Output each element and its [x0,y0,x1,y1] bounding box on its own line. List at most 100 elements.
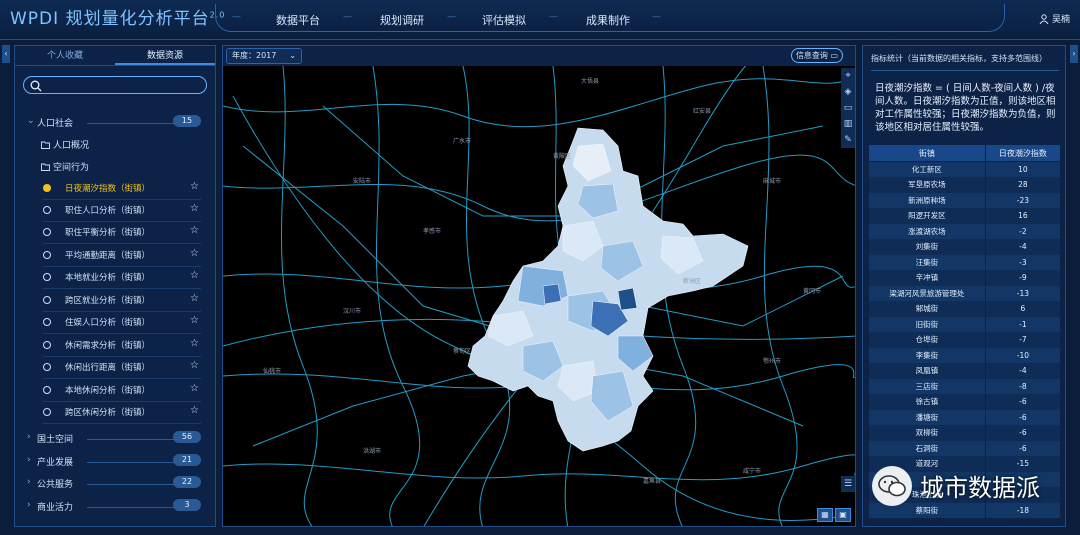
star-icon[interactable]: ☆ [190,383,199,394]
table-row[interactable]: 新洲原种场 -23 [868,192,1062,208]
list-item[interactable]: 日夜潮汐指数（街镇） ☆ [43,178,201,200]
index-cell: 28 [984,177,1062,193]
radio-button[interactable] [43,251,51,259]
collapse-right-button[interactable]: › [1070,45,1078,63]
radio-button[interactable] [43,318,51,326]
nav-data-platform[interactable]: 数据平台 [276,12,320,28]
table-row[interactable]: 仓埠街 -7 [868,332,1062,348]
map-view[interactable]: 年度：2017 ⌄ 信息查询 ▭ ⌖ ◈ ▭ ▥ ✎ ☰ 大悟县 红安县 广水市… [222,45,856,527]
table-row[interactable]: 辛冲镇 -9 [868,270,1062,286]
table-row[interactable]: 潘塘街 -6 [868,409,1062,425]
user-menu[interactable]: 吴楠 [1039,12,1070,25]
street-cell: 旧街街 [868,316,986,332]
star-icon[interactable]: ☆ [190,203,199,214]
table-row[interactable]: 军垦原农场 28 [868,177,1062,193]
radio-button[interactable] [43,408,51,416]
index-cell: -8 [984,378,1062,394]
list-item[interactable]: 职住人口分析（街镇） ☆ [43,200,201,222]
radio-button[interactable] [43,363,51,371]
folder-open-icon [41,163,50,171]
table-row[interactable]: 双柳街 -6 [868,425,1062,441]
nav-output[interactable]: 成果制作 [586,12,630,28]
street-cell: 邾城街 [868,301,986,317]
index-cell: -6 [984,394,1062,410]
location-icon[interactable]: ⌖ [841,68,855,84]
table-row[interactable]: 化工新区 10 [868,161,1062,177]
layers-icon[interactable]: ◈ [841,84,855,100]
list-item[interactable]: 本地休闲分析（街镇） ☆ [43,380,201,402]
table-header[interactable]: 日夜潮汐指数 [984,144,1062,162]
table-row[interactable]: 阳逻开发区 16 [868,208,1062,224]
star-icon[interactable]: ☆ [190,338,199,349]
table-row[interactable]: 刘集街 -4 [868,239,1062,255]
category-label: 国土空间 [37,435,74,445]
category-commercial[interactable]: › 商业活力 3 [27,499,215,514]
table-row[interactable]: 凤凰镇 -4 [868,363,1062,379]
table-row[interactable]: 徐古镇 -6 [868,394,1062,410]
street-cell: 双柳街 [868,425,986,441]
star-icon[interactable]: ☆ [190,315,199,326]
table-row[interactable]: 邾城街 6 [868,301,1062,317]
table-header[interactable]: 街镇 [868,144,986,162]
list-item[interactable]: 跨区就业分析（街镇） ☆ [43,290,201,312]
table-row[interactable]: 李集街 -10 [868,347,1062,363]
collapse-left-button[interactable]: ‹ [2,45,10,63]
search-input[interactable] [23,76,207,94]
table-row[interactable]: 三店街 -8 [868,378,1062,394]
list-item[interactable]: 平均通勤距离（街镇） ☆ [43,245,201,267]
star-icon[interactable]: ☆ [190,293,199,304]
street-cell: 汪集街 [868,254,986,270]
star-icon[interactable]: ☆ [190,181,199,192]
radio-button[interactable] [43,273,51,281]
table-row[interactable]: 旧街街 -1 [868,316,1062,332]
category-public-service[interactable]: › 公共服务 22 [27,476,215,491]
image-view-icon[interactable]: ▣ [835,508,851,522]
folder-spatial-behavior[interactable]: 空间行为 [41,160,89,173]
grid-view-icon[interactable]: ▦ [817,508,833,522]
star-icon[interactable]: ☆ [190,270,199,281]
list-item[interactable]: 住娱人口分析（街镇） ☆ [43,312,201,334]
list-item[interactable]: 跨区休闲分析（街镇） ☆ [43,402,201,424]
nav-planning-research[interactable]: 规划调研 [380,12,424,28]
radio-button[interactable] [43,296,51,304]
table-row[interactable]: 汪集街 -3 [868,254,1062,270]
map-label: 红安县 [693,108,712,115]
radio-button[interactable] [43,341,51,349]
table-row[interactable]: 石洞街 -6 [868,440,1062,456]
list-item[interactable]: 职住平衡分析（街镇） ☆ [43,222,201,244]
table-row[interactable]: 涨渡湖农场 -2 [868,223,1062,239]
category-count-badge: 22 [173,476,201,488]
screen-icon[interactable]: ▭ [841,100,855,116]
book-icon[interactable]: ▥ [841,116,855,132]
category-land-space[interactable]: › 国土空间 56 [27,431,215,446]
folder-population-overview[interactable]: 人口概况 [41,138,89,151]
radio-button[interactable] [43,228,51,236]
tab-data-resources[interactable]: 数据资源 [115,46,215,65]
table-row[interactable]: 梁湖河风景旅游管理处 -13 [868,285,1062,301]
list-item[interactable]: 本地就业分析（街镇） ☆ [43,267,201,289]
category-population[interactable]: ⌄ 人口社会 15 [27,115,215,130]
radio-button[interactable] [43,206,51,214]
star-icon[interactable]: ☆ [190,225,199,236]
category-industry[interactable]: › 产业发展 21 [27,454,215,469]
map-canvas[interactable] [223,46,856,527]
year-select[interactable]: 年度：2017 ⌄ [226,48,302,64]
pencil-icon[interactable]: ✎ [841,132,855,148]
star-icon[interactable]: ☆ [190,248,199,259]
info-query-button[interactable]: 信息查询 ▭ [791,48,843,63]
star-icon[interactable]: ☆ [190,405,199,416]
user-name: 吴楠 [1051,15,1070,25]
map-label: 黄冈市 [803,288,822,295]
tab-favorites[interactable]: 个人收藏 [15,46,115,65]
legend-icon[interactable]: ☰ [841,476,855,492]
street-cell: 三店街 [868,378,986,394]
star-icon[interactable]: ☆ [190,360,199,371]
nav-evaluation[interactable]: 评估模拟 [482,12,526,28]
radio-button[interactable] [43,386,51,394]
index-cell: -3 [984,254,1062,270]
list-item[interactable]: 休闲需求分析（街镇） ☆ [43,335,201,357]
category-label: 人口社会 [37,119,74,129]
list-item[interactable]: 休闲出行距离（街镇） ☆ [43,357,201,379]
index-cell: -4 [984,363,1062,379]
radio-button[interactable] [43,184,51,192]
